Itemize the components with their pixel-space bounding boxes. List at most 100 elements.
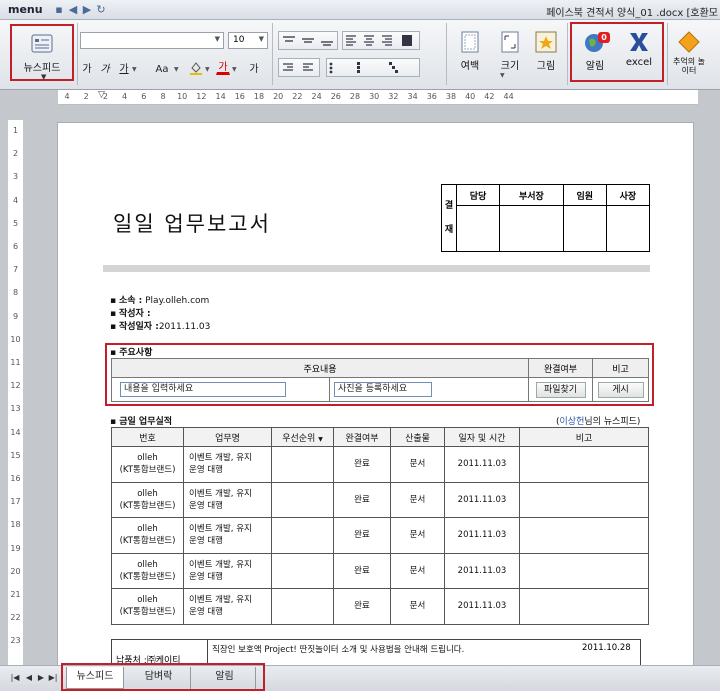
last-tab-icon[interactable]: ▶| xyxy=(48,673,58,682)
cell-date[interactable]: 2011.11.03 xyxy=(444,588,520,625)
cell-task[interactable]: 이벤트 개발, 유지 운영 대행 xyxy=(183,446,272,483)
ruler-mark: 16 xyxy=(10,474,21,483)
file-browse-button[interactable]: 파일찾기 xyxy=(535,381,586,398)
cell-task[interactable]: 이벤트 개발, 유지 운영 대행 xyxy=(183,517,272,554)
multilevel-list-icon xyxy=(389,62,398,73)
align-left-icon xyxy=(346,35,356,46)
summary-title: ▪ 주요사항 xyxy=(110,348,153,358)
cell-priority[interactable] xyxy=(271,481,334,518)
tab-alarm[interactable]: 알림 xyxy=(194,667,256,689)
approval-header: 사장 xyxy=(605,184,651,206)
ruler-mark: 24 xyxy=(311,92,322,101)
cell-priority[interactable] xyxy=(271,588,334,625)
cell-date[interactable]: 2011.11.03 xyxy=(444,552,520,589)
italic-button[interactable]: 가 xyxy=(98,60,112,77)
cell-date[interactable]: 2011.11.03 xyxy=(444,481,520,518)
chevron-down-icon: ▼ xyxy=(205,66,210,73)
window-title: 페이스북 견적서 양식_01 .docx [호환모 xyxy=(546,8,718,19)
ruler-mark: 14 xyxy=(10,427,21,437)
next-tab-icon[interactable]: ▶ xyxy=(36,673,46,682)
cell-priority[interactable] xyxy=(271,517,334,554)
approval-cell[interactable] xyxy=(605,205,651,252)
cell-note[interactable] xyxy=(519,446,649,483)
size-button[interactable]: 크기 xyxy=(492,24,528,80)
cell-done[interactable]: 완료 xyxy=(333,552,391,589)
justify-icon xyxy=(402,35,412,46)
cell-task[interactable]: 이벤트 개발, 유지 운영 대행 xyxy=(183,552,272,589)
picture-button[interactable]: 그림 xyxy=(528,24,564,80)
margin-button[interactable]: 여백 xyxy=(452,24,488,80)
tab-newsfeed[interactable]: 뉴스피드 xyxy=(66,667,124,689)
photo-input[interactable]: 사진을 등록하세요 xyxy=(334,382,432,397)
approval-header: 담당 xyxy=(455,184,501,206)
divider xyxy=(567,23,568,85)
ruler-mark: 9 xyxy=(12,311,19,321)
news-item-link[interactable]: 직장인 보호액 Project! 딴짓놀이터 소개 및 사용법을 안내해 드립니… xyxy=(212,643,464,655)
first-tab-icon[interactable]: |◀ xyxy=(10,673,20,682)
horizontal-ruler[interactable]: 4 2 2 4 6 8 10 12 14 16 18 20 22 24 26 28 30 32 34 36 38 40 42… xyxy=(58,90,698,105)
cell-output[interactable]: 문서 xyxy=(390,481,445,518)
table-row: olleh (KT통합브랜드) 이벤트 개발, 유지 운영 대행 완료 문서 2011.… xyxy=(111,588,649,625)
approval-cell[interactable] xyxy=(455,205,501,252)
paragraph-tools xyxy=(283,35,412,74)
priority-header[interactable]: 우선순위 ▼ xyxy=(271,427,334,447)
cell-date[interactable]: 2011.11.03 xyxy=(444,446,520,483)
cell-note[interactable] xyxy=(519,481,649,518)
excel-button[interactable]: excel xyxy=(616,24,662,80)
content-input[interactable]: 내용을 입력하세요 xyxy=(120,382,286,397)
size-label: 크기 xyxy=(500,61,520,72)
cell-no[interactable]: olleh (KT통합브랜드) xyxy=(111,446,184,483)
cell-done[interactable]: 완료 xyxy=(333,446,391,483)
cell-note[interactable] xyxy=(519,517,649,554)
save-icon[interactable]: ▪ xyxy=(52,4,66,16)
cell-no[interactable]: olleh (KT통합브랜드) xyxy=(111,552,184,589)
cell-no[interactable]: olleh (KT통합브랜드) xyxy=(111,481,184,518)
approval-header: 임원 xyxy=(562,184,607,206)
memory-playground-button[interactable]: 추억의 놀이터 xyxy=(670,24,708,84)
cell-output[interactable]: 문서 xyxy=(390,517,445,554)
ruler-mark: 5 xyxy=(12,218,19,228)
ruler-mark: 17 xyxy=(10,497,21,507)
cell-output[interactable]: 문서 xyxy=(390,552,445,589)
post-button[interactable]: 게시 xyxy=(597,381,644,398)
vertical-ruler[interactable]: 1 2 3 4 5 6 7 8 9 10 11 12 13 14 15 16 17 18 19 20 21 22 23 xyxy=(8,120,23,665)
font-size-select[interactable]: 10 ▼ xyxy=(228,32,268,49)
cell-note[interactable] xyxy=(519,552,649,589)
cell-no[interactable]: olleh (KT통합브랜드) xyxy=(111,517,184,554)
bold-button[interactable]: 가 xyxy=(80,60,94,77)
approval-side: 결재 xyxy=(441,184,457,252)
tab-wall[interactable]: 담벼락 xyxy=(127,667,191,689)
prev-tab-icon[interactable]: ◀ xyxy=(24,673,34,682)
cell-done[interactable]: 완료 xyxy=(333,517,391,554)
underline-button[interactable]: 가 xyxy=(117,60,131,77)
cell-task[interactable]: 이벤트 개발, 유지 운영 대행 xyxy=(183,481,272,518)
bullet-list-icon xyxy=(329,62,333,74)
approval-cell[interactable] xyxy=(562,205,607,252)
cell-done[interactable]: 완료 xyxy=(333,588,391,625)
refresh-icon[interactable]: ↻ xyxy=(94,4,108,16)
approval-cell[interactable] xyxy=(499,205,564,252)
font-case-button[interactable]: Aa xyxy=(152,60,172,77)
undo-icon[interactable]: ◀ xyxy=(66,4,80,16)
cell-priority[interactable] xyxy=(271,552,334,589)
ruler-mark: 8 xyxy=(160,92,166,101)
cell-date[interactable]: 2011.11.03 xyxy=(444,517,520,554)
ruler-mark: 34 xyxy=(407,92,418,101)
cell-done[interactable]: 완료 xyxy=(333,481,391,518)
cell-no[interactable]: olleh (KT통합브랜드) xyxy=(111,588,184,625)
cell-output[interactable]: 문서 xyxy=(390,588,445,625)
cell-task[interactable]: 이벤트 개발, 유지 운영 대행 xyxy=(183,588,272,625)
summary-table: 주요내용 완결여부 비고 내용을 입력하세요 사진을 등록하세요 파일찾기 게시 xyxy=(111,358,649,402)
cell-priority[interactable] xyxy=(271,446,334,483)
redo-icon[interactable]: ▶ xyxy=(80,4,94,16)
highlight-color-button[interactable] xyxy=(189,60,203,75)
clear-format-button[interactable]: 가 xyxy=(246,60,262,77)
font-family-select[interactable]: ▼ xyxy=(80,32,224,49)
menu-button[interactable]: menu xyxy=(8,3,43,16)
font-color-button[interactable]: 가 xyxy=(216,58,230,75)
indent-marker-icon[interactable]: ▽ xyxy=(98,90,105,100)
cell-note[interactable] xyxy=(519,588,649,625)
source-user-link[interactable]: 이상헌 xyxy=(560,417,585,427)
cell-output[interactable]: 문서 xyxy=(390,446,445,483)
indent-decrease-icon xyxy=(283,63,293,71)
